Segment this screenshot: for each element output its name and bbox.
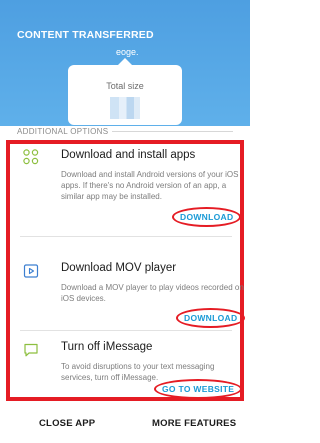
close-app-button[interactable]: CLOSE APP	[39, 418, 95, 429]
more-features-button[interactable]: MORE FEATURES	[152, 418, 236, 429]
additional-options-heading: ADDITIONAL OPTIONS	[17, 127, 113, 136]
download-apps-button[interactable]: DOWNLOAD	[172, 207, 242, 227]
download-mov-player-button[interactable]: DOWNLOAD	[176, 308, 246, 328]
option-mov-player: Download MOV player Download a MOV playe…	[20, 262, 246, 328]
option-title: Turn off iMessage	[61, 341, 153, 353]
total-size-label: Total size	[106, 81, 144, 91]
transfer-summary-banner: CONTENT TRANSFERRED eoge. Total size	[0, 0, 250, 126]
total-size-value	[110, 97, 140, 119]
option-turn-off-imessage: Turn off iMessage To avoid disruptions t…	[20, 341, 243, 401]
option-divider	[20, 330, 232, 331]
option-title: Download and install apps	[61, 149, 196, 161]
apps-grid-icon	[23, 149, 39, 165]
bottom-action-bar: CLOSE APP MORE FEATURES	[0, 406, 250, 443]
total-size-card: Total size	[68, 58, 182, 125]
option-install-apps: Download and install apps Download and i…	[20, 149, 242, 231]
option-description: Download and install Android versions of…	[61, 170, 239, 201]
option-title: Download MOV player	[61, 262, 177, 274]
message-bubble-icon	[23, 342, 39, 358]
banner-title: CONTENT TRANSFERRED	[17, 29, 154, 41]
go-to-website-button[interactable]: GO TO WEBSITE	[154, 379, 243, 399]
option-description: Download a MOV player to play videos rec…	[61, 283, 244, 303]
option-divider	[20, 236, 232, 237]
banner-subtitle: eoge.	[116, 47, 139, 57]
video-player-icon	[23, 263, 39, 279]
